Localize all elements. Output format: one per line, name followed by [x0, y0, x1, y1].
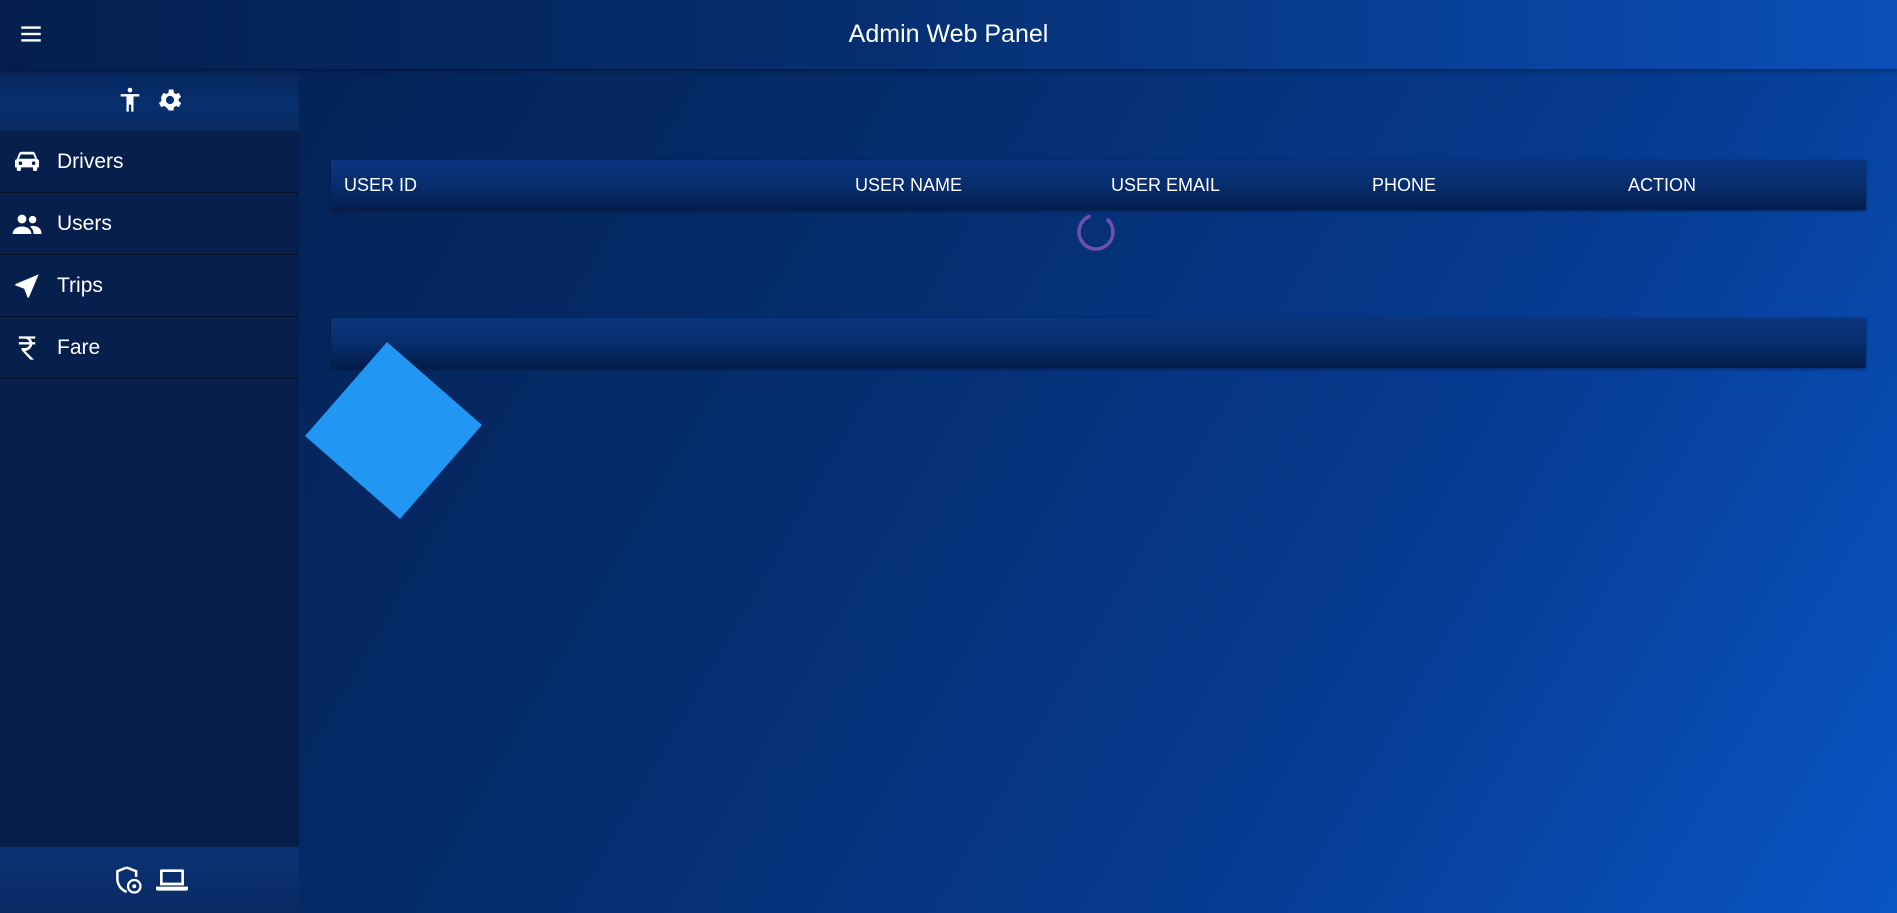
page-title: Admin Web Panel: [848, 20, 1049, 48]
sidebar-item-fare[interactable]: Fare: [0, 317, 299, 379]
sidebar-item-trips[interactable]: Trips: [0, 255, 299, 317]
shield-lock-icon[interactable]: [112, 864, 144, 896]
sidebar: Drivers Users Trips Fare: [0, 69, 299, 913]
column-header-action[interactable]: ACTION: [1628, 160, 1696, 210]
sidebar-item-label: Drivers: [57, 149, 124, 173]
sidebar-footer: [0, 847, 299, 913]
rupee-icon: [12, 333, 42, 363]
sidebar-item-drivers[interactable]: Drivers: [0, 131, 299, 193]
navigation-arrow-icon: [12, 271, 42, 301]
table-header: USER ID USER NAME USER EMAIL PHONE ACTIO…: [331, 160, 1866, 210]
car-icon: [12, 147, 42, 177]
sidebar-item-label: Trips: [57, 273, 103, 297]
column-header-user-id[interactable]: USER ID: [344, 160, 417, 210]
people-icon: [12, 209, 42, 239]
sidebar-item-label: Users: [57, 211, 112, 235]
column-header-user-name[interactable]: USER NAME: [855, 160, 962, 210]
sidebar-item-users[interactable]: Users: [0, 193, 299, 255]
laptop-icon[interactable]: [155, 864, 188, 896]
loading-spinner-icon: [1072, 208, 1120, 256]
sidebar-item-label: Fare: [57, 335, 101, 359]
table-footer: [331, 318, 1866, 368]
settings-gear-icon[interactable]: [156, 86, 184, 114]
column-header-user-email[interactable]: USER EMAIL: [1111, 160, 1220, 210]
accessibility-icon[interactable]: [116, 86, 144, 114]
sidebar-header: [0, 69, 299, 131]
app-bar: Admin Web Panel: [0, 0, 1897, 69]
column-header-phone[interactable]: PHONE: [1372, 160, 1436, 210]
diamond-shape: [305, 342, 482, 519]
